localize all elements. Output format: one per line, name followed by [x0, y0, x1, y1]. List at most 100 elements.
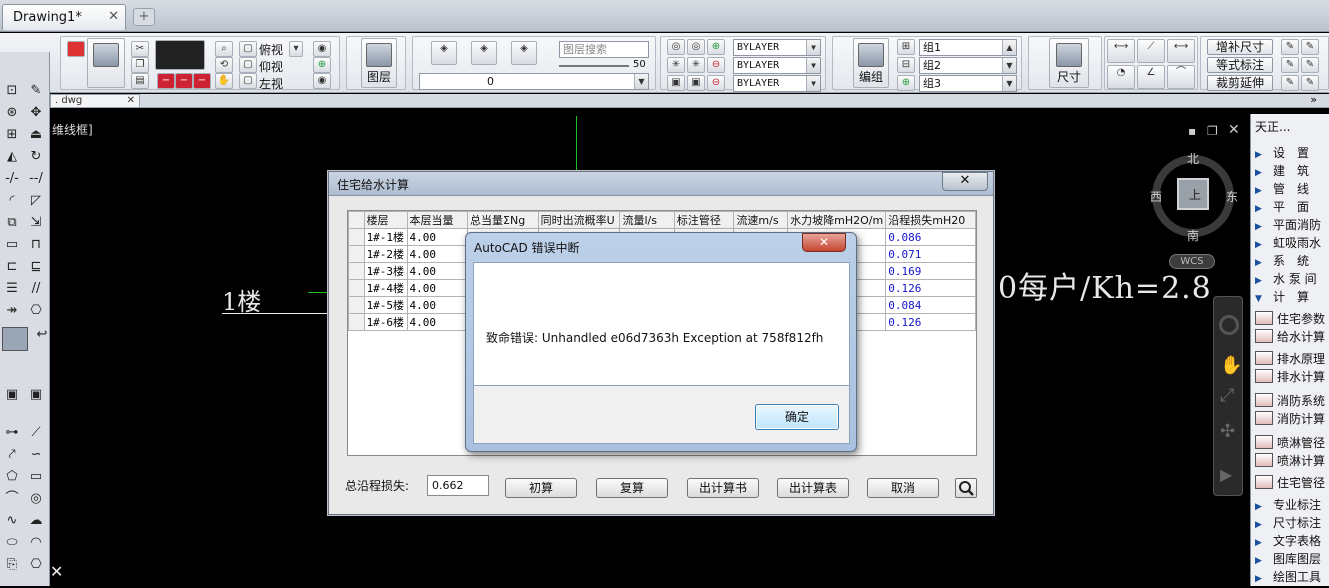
insert-icon[interactable]: ⎘ [2, 556, 22, 574]
chevron-down-icon[interactable]: ▼ [634, 74, 648, 89]
color-swatch-icon[interactable] [2, 327, 28, 351]
offset-icon[interactable]: ⧉ [2, 214, 22, 232]
rotate-icon[interactable]: ↻ [26, 148, 46, 166]
ellipse-icon[interactable]: ⬭ [2, 534, 22, 552]
polyline-icon[interactable]: ⤤ [2, 446, 22, 464]
remove-icon[interactable]: ⊖ [707, 75, 725, 91]
cell-floor[interactable]: 1#-2楼 [363, 245, 408, 263]
cell-floor[interactable]: 1#-3楼 [363, 262, 408, 280]
dim-button[interactable]: 尺寸 [1049, 38, 1089, 88]
orbit-icon[interactable]: ✣ [1220, 421, 1235, 442]
chamfer-icon[interactable]: ◸ [26, 192, 46, 210]
palette-item[interactable]: 排水原理 [1255, 350, 1329, 368]
chevron-down-icon[interactable]: ▼ [806, 40, 820, 55]
cell-floor[interactable]: 1#-4楼 [363, 279, 408, 297]
copy-icon[interactable]: ❐ [131, 57, 149, 73]
stop-icon[interactable] [67, 41, 85, 57]
layer-props-icon[interactable]: ◈ [431, 41, 457, 65]
cell-floor[interactable]: 1#-5楼 [363, 296, 408, 314]
col-header[interactable]: 同时出流概率U [537, 211, 621, 229]
group-edit-icon[interactable]: ⊟ [897, 57, 915, 73]
export-book-button[interactable]: 出计算书 [687, 478, 759, 498]
cell-local-eq[interactable]: 4.00 [406, 228, 469, 246]
trim-extend-button[interactable]: 裁剪延伸 [1207, 75, 1273, 91]
explode-icon[interactable]: ⇲ [26, 214, 46, 232]
color-combo[interactable]: BYLAYER ▼ [733, 39, 821, 56]
cell-floor[interactable]: 1#-6楼 [363, 313, 408, 331]
move-icon[interactable]: ✥ [26, 104, 46, 122]
trim-icon[interactable]: ⊓ [26, 236, 46, 254]
annotate-icon[interactable]: ✎ [1301, 57, 1319, 73]
close-icon[interactable]: ✕ [1228, 122, 1240, 138]
col-header[interactable]: 流速m/s [733, 211, 789, 229]
error-close-button[interactable]: ✕ [802, 233, 846, 252]
recalc-button[interactable]: 复算 [596, 478, 668, 498]
dwg-file-tab[interactable]: . dwg ✕ [50, 94, 140, 108]
eq-dim-button[interactable]: 等式标注 [1207, 57, 1273, 73]
layer-slider[interactable] [559, 65, 629, 67]
annotate-icon[interactable]: ✎ [1301, 39, 1319, 55]
compass-south[interactable]: 南 [1187, 227, 1199, 244]
group-button[interactable]: 编组 [853, 38, 889, 88]
compass-east[interactable]: 东 [1226, 188, 1238, 205]
add-dim-button[interactable]: 增补尺寸 [1207, 39, 1273, 55]
pan-hand-icon[interactable]: ✋ [215, 73, 233, 89]
view-bottom-label[interactable]: 仰视 [259, 58, 283, 75]
stamp-tool-button[interactable] [87, 38, 125, 88]
palette-item[interactable]: 住宅参数 [1255, 310, 1329, 328]
block-icon[interactable]: ⎔ [26, 302, 46, 320]
chevron-down-icon[interactable]: ▼ [806, 76, 820, 91]
cut-icon[interactable]: ✂ [131, 41, 149, 57]
snowflake-icon[interactable]: ✳ [687, 57, 705, 73]
polygon-icon[interactable]: ⬠ [2, 468, 22, 486]
lock-icon[interactable]: ▣ [687, 75, 705, 91]
total-loss-field[interactable]: 0.662 [427, 475, 489, 496]
add-icon[interactable]: ⊕ [313, 57, 331, 73]
line-break-icon[interactable]: -/- [2, 170, 22, 188]
pencil-icon[interactable]: ✎ [26, 82, 46, 100]
angle-icon[interactable]: ∠ [1137, 65, 1165, 89]
cell-loss[interactable]: 0.084 [885, 296, 976, 314]
row-header[interactable] [348, 228, 365, 246]
chevron-down-icon[interactable]: ▾ [289, 41, 303, 57]
fillet-icon[interactable]: ◜ [2, 192, 22, 210]
dim-tool-icon[interactable]: ⟋ [1137, 39, 1165, 63]
palette-item[interactable]: ▶ 设 置 [1255, 144, 1329, 162]
snowflake-icon[interactable]: ✳ [667, 57, 685, 73]
palette-item[interactable]: ▶ 平面消防 [1255, 216, 1329, 234]
spline-icon[interactable]: ∽ [26, 446, 46, 464]
view-left-label[interactable]: 左视 [259, 75, 283, 92]
viewport-icon[interactable] [155, 40, 205, 70]
palette-item[interactable]: ▶ 文字表格 [1255, 532, 1329, 550]
minus-icon[interactable]: − [157, 73, 175, 89]
annotate-icon[interactable]: ✎ [1281, 39, 1299, 55]
bulb-icon[interactable]: ◎ [667, 39, 685, 55]
ok-button[interactable]: 确定 [755, 404, 839, 430]
cell-loss[interactable]: 0.126 [885, 313, 976, 331]
annotate-icon[interactable]: ✎ [1281, 75, 1299, 91]
col-header[interactable]: 水力坡降mH2O/m [787, 211, 887, 229]
col-header[interactable]: 标注管径 [673, 211, 735, 229]
join-icon[interactable]: ↠ [2, 302, 22, 320]
close-icon[interactable]: ✕ [127, 95, 135, 107]
palette-item[interactable]: ▶ 尺寸标注 [1255, 514, 1329, 532]
pan-hand-icon[interactable]: ✋ [1220, 355, 1242, 376]
palette-item[interactable]: ▶ 水 泵 间 [1255, 270, 1329, 288]
line-icon[interactable]: ⟋ [26, 424, 46, 442]
arc-icon[interactable]: ⌒ [2, 490, 22, 508]
linetype-combo[interactable]: BYLAYER ▼ [733, 57, 821, 74]
palette-item[interactable]: 消防系统 [1255, 392, 1329, 410]
row-header[interactable] [348, 279, 365, 297]
add-icon[interactable]: ⊕ [897, 75, 915, 91]
zoom-icon[interactable]: ⌕ [215, 41, 233, 57]
row-header[interactable] [348, 313, 365, 331]
polyline-icon[interactable]: ⊡ [2, 82, 22, 100]
palette-item[interactable]: 排水计算 [1255, 368, 1329, 386]
palette-item[interactable]: ▶ 图库图层 [1255, 550, 1329, 568]
array-icon[interactable]: ⊞ [2, 126, 22, 144]
orbit-icon[interactable]: ⟲ [215, 57, 233, 73]
chevron-down-icon[interactable]: ▼ [1002, 58, 1016, 73]
steering-wheel-icon[interactable] [1219, 315, 1239, 335]
view-top-label[interactable]: 俯视 [259, 41, 283, 58]
layer-button[interactable]: 图层 [361, 38, 397, 88]
